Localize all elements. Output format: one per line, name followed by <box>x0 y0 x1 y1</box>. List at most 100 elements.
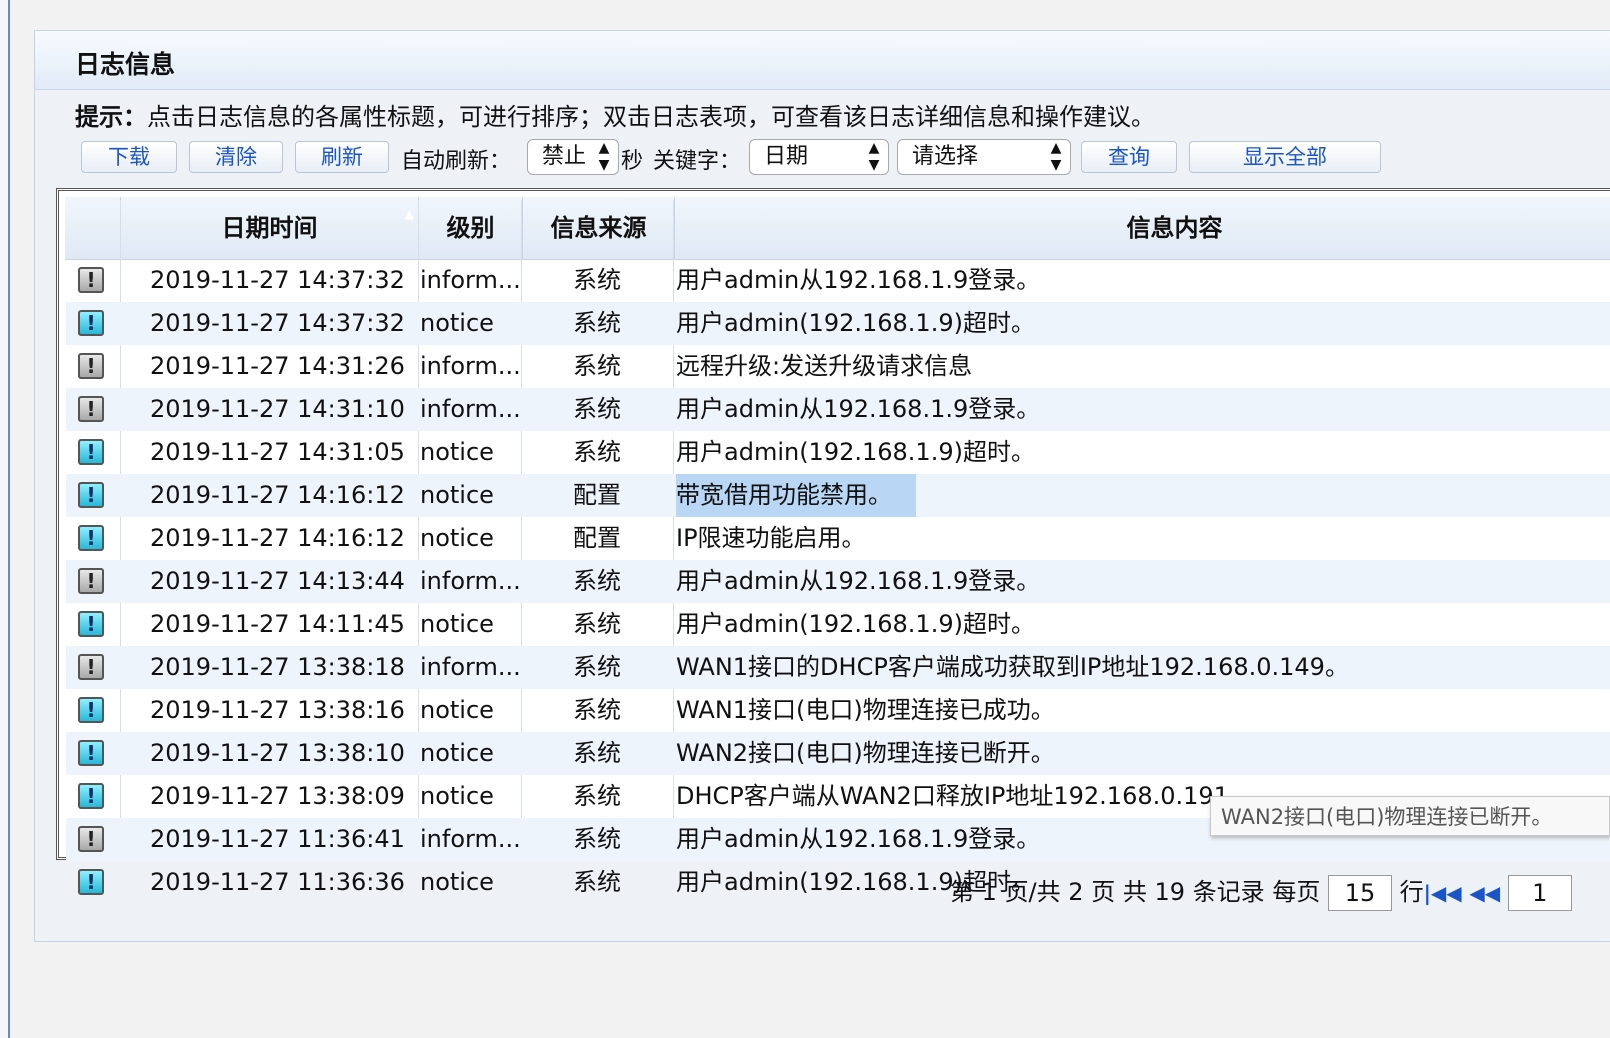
table-row[interactable]: ! 2019-11-27 14:37:32 inform... 系统 用户admin从1… <box>66 259 1610 302</box>
row-datetime: 2019-11-27 14:37:32 <box>150 309 405 337</box>
row-level: inform... <box>420 352 520 380</box>
row-level: inform... <box>420 825 520 853</box>
row-source: 系统 <box>573 610 621 638</box>
row-source: 系统 <box>573 266 621 294</box>
row-icon-cell: ! <box>76 861 106 904</box>
info-icon: ! <box>78 568 104 594</box>
hint-label: 提示： <box>75 103 147 131</box>
tooltip: WAN2接口(电口)物理连接已断开。 <box>1210 796 1610 836</box>
notice-icon: ! <box>78 740 104 766</box>
info-icon: ! <box>78 267 104 293</box>
keyword-field-select[interactable]: 日期 ▲ ▼ <box>749 139 889 175</box>
row-icon-cell: ! <box>76 345 106 388</box>
row-datetime: 2019-11-27 14:16:12 <box>150 481 405 509</box>
row-datetime: 2019-11-27 14:16:12 <box>150 524 405 552</box>
pager-records-label: 条记录 每页 <box>1192 878 1321 906</box>
row-level: inform... <box>420 395 520 423</box>
table-row[interactable]: ! 2019-11-27 14:31:10 inform... 系统 用户admin从1… <box>66 388 1610 431</box>
row-source: 系统 <box>573 395 621 423</box>
row-level: notice <box>420 524 494 552</box>
table-header: 日期时间 ▲ 级别 信息来源 信息内容 <box>65 197 1610 260</box>
table-row[interactable]: ! 2019-11-27 14:13:44 inform... 系统 用户admin从1… <box>66 560 1610 603</box>
auto-refresh-select[interactable]: 禁止 ▲ ▼ <box>527 139 619 175</box>
row-datetime: 2019-11-27 14:31:10 <box>150 395 405 423</box>
clear-button[interactable]: 清除 <box>189 141 283 173</box>
info-icon: ! <box>78 654 104 680</box>
notice-icon: ! <box>78 310 104 336</box>
hint-content: 点击日志信息的各属性标题，可进行排序；双击日志表项，可查看该日志详细信息和操作建… <box>147 103 1155 131</box>
refresh-button[interactable]: 刷新 <box>295 141 389 173</box>
row-content: 用户admin(192.168.1.9)超时。 <box>676 309 1035 337</box>
row-icon-cell: ! <box>76 302 106 345</box>
table-row[interactable]: ! 2019-11-27 14:31:05 notice 系统 用户admin(192.… <box>66 431 1610 474</box>
select-arrows-icon: ▲ ▼ <box>598 140 610 173</box>
per-page-input[interactable]: 15 <box>1327 875 1392 911</box>
table-row[interactable]: ! 2019-11-27 13:38:16 notice 系统 WAN1接口(电口)物理… <box>66 689 1610 732</box>
row-source: 系统 <box>573 352 621 380</box>
row-datetime: 2019-11-27 13:38:18 <box>150 653 405 681</box>
auto-refresh-label: 自动刷新： <box>401 149 512 174</box>
table-row[interactable]: ! 2019-11-27 14:37:32 notice 系统 用户admin(192.… <box>66 302 1610 345</box>
query-button[interactable]: 查询 <box>1081 141 1177 173</box>
header-source[interactable]: 信息来源 <box>523 197 675 259</box>
row-datetime: 2019-11-27 14:37:32 <box>150 266 405 294</box>
row-icon-cell: ! <box>76 560 106 603</box>
row-content: 用户admin从192.168.1.9登录。 <box>676 567 1041 595</box>
goto-page-input[interactable]: 1 <box>1507 875 1572 911</box>
row-source: 配置 <box>573 524 621 552</box>
row-content: WAN1接口(电口)物理连接已成功。 <box>676 696 1055 724</box>
notice-icon: ! <box>78 439 104 465</box>
row-content: WAN2接口(电口)物理连接已断开。 <box>676 739 1055 767</box>
row-icon-cell: ! <box>76 689 106 732</box>
row-source: 系统 <box>573 309 621 337</box>
row-source: 系统 <box>573 739 621 767</box>
notice-icon: ! <box>78 482 104 508</box>
table-row[interactable]: ! 2019-11-27 14:16:12 notice 配置 IP限速功能启用。 <box>66 517 1610 560</box>
row-level: notice <box>420 438 494 466</box>
table-row[interactable]: ! 2019-11-27 13:38:10 notice 系统 WAN2接口(电口)物理… <box>66 732 1610 775</box>
row-datetime: 2019-11-27 14:13:44 <box>150 567 405 595</box>
row-source: 配置 <box>573 481 621 509</box>
row-content: 带宽借用功能禁用。 <box>676 474 916 517</box>
row-level: notice <box>420 696 494 724</box>
first-page-icon[interactable]: |◀◀ <box>1424 881 1462 905</box>
row-datetime: 2019-11-27 13:38:10 <box>150 739 405 767</box>
pager: 第 1 页/共 2 页 共 19 条记录 每页 15 行|◀◀ ◀◀ 1 <box>950 872 1572 911</box>
show-all-button[interactable]: 显示全部 <box>1189 141 1381 173</box>
row-icon-cell: ! <box>76 775 106 818</box>
keyword-value: 请选择 <box>912 144 979 169</box>
download-button[interactable]: 下载 <box>81 141 177 173</box>
prev-page-icon[interactable]: ◀◀ <box>1469 881 1500 905</box>
panel-header: 日志信息 <box>35 31 1610 90</box>
row-icon-cell: ! <box>76 646 106 689</box>
row-source: 系统 <box>573 696 621 724</box>
table-row[interactable]: ! 2019-11-27 14:11:45 notice 系统 用户admin(192.… <box>66 603 1610 646</box>
row-level: inform... <box>420 567 520 595</box>
header-datetime[interactable]: 日期时间 ▲ <box>121 197 419 259</box>
notice-icon: ! <box>78 697 104 723</box>
row-level: notice <box>420 610 494 638</box>
row-level: inform... <box>420 653 520 681</box>
pager-page-prefix: 第 <box>950 878 974 906</box>
pager-current-page: 1 <box>981 878 997 906</box>
panel-title: 日志信息 <box>75 50 176 79</box>
keyword-label: 关键字： <box>653 149 742 174</box>
window-left-border <box>0 0 10 1038</box>
row-level: notice <box>420 782 494 810</box>
row-datetime: 2019-11-27 14:31:26 <box>150 352 405 380</box>
row-datetime: 2019-11-27 14:11:45 <box>150 610 405 638</box>
row-content: 用户admin从192.168.1.9登录。 <box>676 825 1041 853</box>
header-content[interactable]: 信息内容 <box>675 197 1610 259</box>
table-row[interactable]: ! 2019-11-27 14:16:12 notice 配置 带宽借用功能禁用。 <box>66 474 1610 517</box>
info-icon: ! <box>78 353 104 379</box>
keyword-value-select[interactable]: 请选择 ▲ ▼ <box>897 139 1071 175</box>
sort-ascending-icon: ▲ <box>404 207 414 221</box>
row-content: WAN1接口的DHCP客户端成功获取到IP地址192.168.0.149。 <box>676 653 1349 681</box>
table-row[interactable]: ! 2019-11-27 14:31:26 inform... 系统 远程升级:发送升级… <box>66 345 1610 388</box>
table-row[interactable]: ! 2019-11-27 13:38:18 inform... 系统 WAN1接口的DH… <box>66 646 1610 689</box>
row-icon-cell: ! <box>76 517 106 560</box>
notice-icon: ! <box>78 611 104 637</box>
hint-text: 提示：点击日志信息的各属性标题，可进行排序；双击日志表项，可查看该日志详细信息和… <box>75 97 1155 132</box>
header-icon-column <box>65 197 121 259</box>
header-level[interactable]: 级别 <box>419 197 523 259</box>
